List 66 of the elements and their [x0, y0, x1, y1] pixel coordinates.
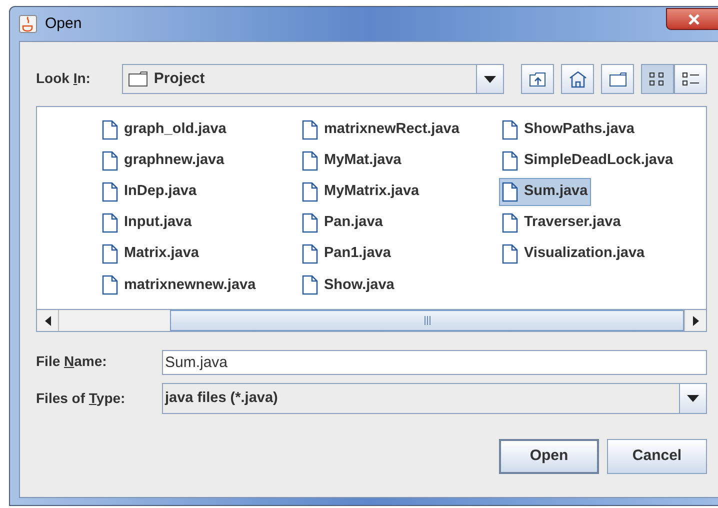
- files-of-type-dropdown[interactable]: java files (*.java): [162, 383, 707, 414]
- file-item[interactable]: graph_old.java: [99, 116, 230, 144]
- file-icon: [102, 275, 118, 296]
- file-item[interactable]: MyMatrix.java: [299, 178, 422, 206]
- file-icon: [302, 275, 318, 296]
- file-item[interactable]: Pan1.java: [299, 240, 394, 268]
- file-item[interactable]: Input.java: [99, 209, 195, 237]
- grip-icon: [424, 316, 430, 325]
- file-icon: [102, 244, 118, 264]
- scroll-thumb[interactable]: [170, 310, 684, 331]
- dialog-button[interactable]: Cancel: [607, 439, 707, 474]
- file-name-label: File Name:: [36, 353, 107, 369]
- file-item[interactable]: SimpleDeadLock.java: [499, 146, 676, 175]
- scroll-left-icon: [44, 316, 50, 326]
- folder-icon: [608, 72, 626, 86]
- caret-icon: [687, 395, 699, 402]
- toolbar-button[interactable]: [674, 64, 707, 94]
- file-item[interactable]: matrixnewRect.java: [299, 116, 462, 144]
- file-icon: [302, 213, 318, 234]
- toolbar-button[interactable]: [641, 64, 674, 94]
- file-item[interactable]: ShowPaths.java: [499, 116, 638, 144]
- toolbar-button[interactable]: [521, 64, 554, 94]
- file-icon: [302, 244, 318, 264]
- file-icon: [102, 182, 118, 202]
- file-item[interactable]: Show.java: [299, 272, 398, 300]
- window-title: Open: [45, 14, 82, 34]
- file-item[interactable]: Sum.java: [499, 178, 591, 206]
- file-icon: [502, 120, 518, 140]
- file-icon: [102, 150, 118, 171]
- file-icon: [502, 244, 518, 264]
- file-icon: [502, 150, 518, 171]
- files-of-type-label: Files of Type:: [36, 390, 126, 406]
- file-icon: [102, 120, 118, 140]
- file-item[interactable]: Traverser.java: [499, 209, 624, 237]
- file-item[interactable]: Matrix.java: [99, 240, 202, 268]
- file-item[interactable]: Pan.java: [299, 209, 386, 237]
- file-item[interactable]: matrixnewnew.java: [99, 272, 259, 300]
- file-item[interactable]: graphnew.java: [99, 146, 228, 175]
- coffee-cup-icon: [19, 15, 37, 33]
- file-item[interactable]: Visualization.java: [499, 240, 648, 268]
- folder-icon: [128, 71, 148, 87]
- file-icon: [302, 150, 318, 171]
- file-icon: [302, 182, 318, 202]
- files-of-type-value: java files (*.java): [164, 388, 279, 408]
- horizontal-scrollbar[interactable]: [37, 309, 706, 331]
- folder-up-icon: [528, 71, 546, 87]
- home-icon: [568, 70, 586, 88]
- file-icon: [502, 213, 518, 234]
- file-item[interactable]: InDep.java: [99, 178, 200, 206]
- file-icon: [302, 120, 318, 140]
- dialog-button[interactable]: Open: [499, 439, 599, 474]
- file-name-field[interactable]: Sum.java: [162, 350, 707, 374]
- file-item[interactable]: MyMat.java: [299, 146, 404, 175]
- look-in-label: Look In:: [36, 70, 90, 86]
- look-in-dropdown[interactable]: Project: [122, 64, 504, 94]
- look-in-value: Project: [154, 68, 205, 89]
- caret-icon: [484, 76, 496, 82]
- toolbar-button[interactable]: [601, 64, 634, 94]
- close-button[interactable]: [666, 8, 718, 30]
- toolbar-button[interactable]: [561, 64, 594, 94]
- file-icon: [502, 182, 518, 202]
- file-icon: [102, 213, 118, 234]
- list-view-icon: [648, 71, 666, 87]
- details-view-icon: [682, 71, 700, 87]
- scroll-right-icon: [692, 316, 698, 326]
- close-icon: [688, 14, 700, 24]
